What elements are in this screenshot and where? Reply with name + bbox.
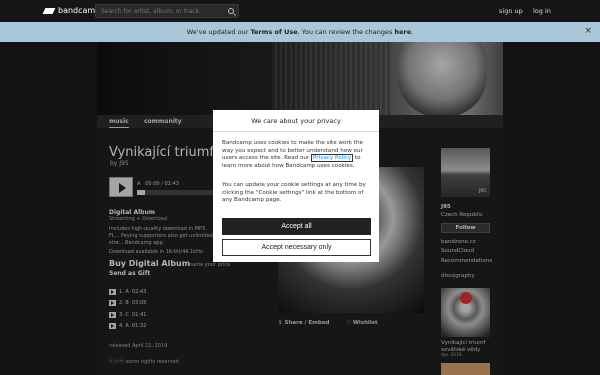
terms-banner: We've updated our Terms of Use. You can … <box>0 22 600 42</box>
search-icon[interactable] <box>228 8 234 14</box>
changes-link[interactable]: here <box>394 28 411 36</box>
cookie-paragraph-1: Bandcamp uses cookies to make the site w… <box>222 140 372 170</box>
signup-link[interactable]: sign up <box>499 7 523 15</box>
login-link[interactable]: log in <box>533 7 551 15</box>
cookie-paragraph-2: You can update your cookie settings at a… <box>222 182 366 203</box>
close-icon[interactable]: × <box>584 26 592 36</box>
search-box <box>95 4 239 18</box>
logo-text: bandcamp <box>58 6 101 15</box>
privacy-policy-link[interactable]: Privacy Policy <box>311 154 354 162</box>
banner-text-pre: We've updated our <box>186 28 249 36</box>
cookie-consent-dialog: We care about your privacy Bandcamp uses… <box>213 110 379 262</box>
terms-link[interactable]: Terms of Use <box>250 28 297 36</box>
banner-text-mid: . You can review the changes <box>297 28 393 36</box>
search-input[interactable] <box>96 5 221 17</box>
bandcamp-logo-icon <box>42 7 56 14</box>
accept-all-button[interactable]: Accept all <box>222 218 371 235</box>
banner-text-end: . <box>411 28 414 36</box>
bandcamp-logo[interactable]: bandcamp <box>42 6 101 15</box>
top-bar: bandcamp sign up log in <box>0 0 600 22</box>
accept-necessary-button[interactable]: Accept necessary only <box>222 239 371 256</box>
cookie-dialog-title: We care about your privacy <box>213 110 379 132</box>
